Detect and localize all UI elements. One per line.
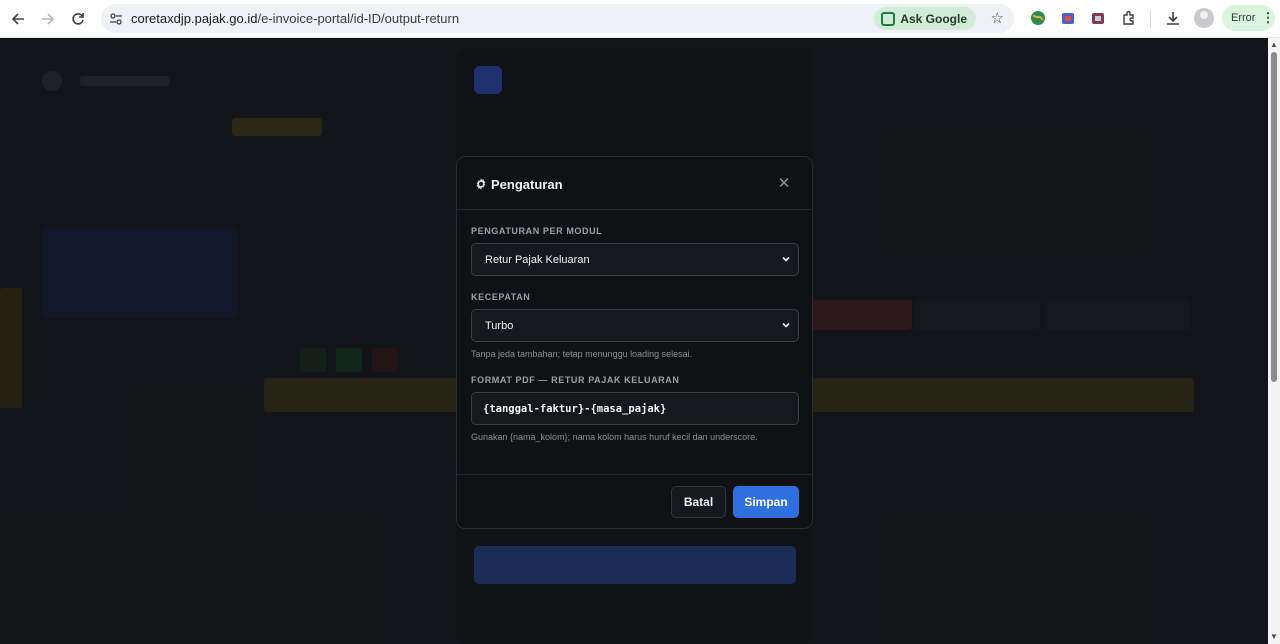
settings-modal: Pengaturan ✕ PENGATURAN PER MODUL Retur …: [456, 156, 813, 529]
url-text: coretaxdjp.pajak.go.id/e-invoice-portal/…: [131, 11, 459, 26]
error-label: Error: [1231, 12, 1256, 24]
format-hint: Gunakan {nama_kolom}; nama kolom harus h…: [471, 432, 758, 442]
close-icon[interactable]: ✕: [776, 176, 792, 192]
extensions-icon[interactable]: [1120, 9, 1138, 27]
url-host: coretaxdjp.pajak.go.id: [131, 11, 258, 26]
modal-title: Pengaturan: [491, 177, 563, 192]
error-menu-button[interactable]: Error ⋮: [1222, 5, 1275, 31]
speed-select-value: Turbo: [485, 319, 514, 332]
pdf-format-value: {tanggal-faktur}-{masa_pajak}: [483, 402, 667, 415]
module-label: PENGATURAN PER MODUL: [471, 226, 603, 236]
extension-globe-icon[interactable]: [1029, 9, 1047, 27]
scroll-down-arrow-icon[interactable]: ▼: [1269, 632, 1279, 642]
page-scrollbar[interactable]: ▲ ▼: [1268, 38, 1280, 644]
browser-toolbar: coretaxdjp.pajak.go.id/e-invoice-portal/…: [0, 0, 1280, 38]
bookmark-star-icon[interactable]: ☆: [991, 9, 1004, 27]
save-button[interactable]: Simpan: [733, 486, 799, 518]
back-arrow-icon[interactable]: [3, 4, 33, 34]
extension-puzzle-blue-icon[interactable]: [1059, 9, 1077, 27]
ask-google-button[interactable]: Ask Google: [874, 7, 976, 30]
toolbar-divider: [1150, 10, 1151, 28]
chevron-down-icon: [782, 322, 790, 328]
format-label: FORMAT PDF — RETUR PAJAK KELUARAN: [471, 375, 680, 385]
ask-google-label: Ask Google: [900, 11, 967, 26]
reload-icon[interactable]: [63, 4, 93, 34]
module-select-value: Retur Pajak Keluaran: [485, 253, 590, 266]
module-select[interactable]: Retur Pajak Keluaran: [471, 243, 799, 276]
cancel-button[interactable]: Batal: [671, 486, 726, 518]
lens-icon: [881, 11, 896, 26]
modal-header: Pengaturan ✕: [457, 157, 812, 210]
download-icon[interactable]: [1164, 9, 1182, 27]
footer-divider: [457, 474, 812, 475]
gear-icon: [476, 178, 486, 190]
scroll-up-arrow-icon[interactable]: ▲: [1269, 40, 1279, 50]
pdf-format-input[interactable]: {tanggal-faktur}-{masa_pajak}: [471, 392, 799, 425]
chevron-down-icon: [782, 256, 790, 262]
panel-primary-bar: [474, 546, 796, 584]
extension-puzzle-red-icon[interactable]: [1089, 9, 1107, 27]
speed-select[interactable]: Turbo: [471, 309, 799, 342]
speed-label: KECEPATAN: [471, 292, 531, 302]
url-path: /e-invoice-portal/id-ID/output-return: [257, 11, 460, 26]
forward-arrow-icon[interactable]: [33, 4, 63, 34]
scroll-thumb[interactable]: [1271, 52, 1277, 382]
speed-hint: Tanpa jeda tambahan; tetap menunggu load…: [471, 349, 693, 359]
profile-avatar[interactable]: [1194, 8, 1214, 28]
site-info-icon[interactable]: [103, 6, 129, 32]
kebab-menu-icon: ⋮: [1261, 10, 1274, 25]
panel-icon: [474, 66, 502, 94]
address-bar[interactable]: coretaxdjp.pajak.go.id/e-invoice-portal/…: [101, 4, 1014, 33]
